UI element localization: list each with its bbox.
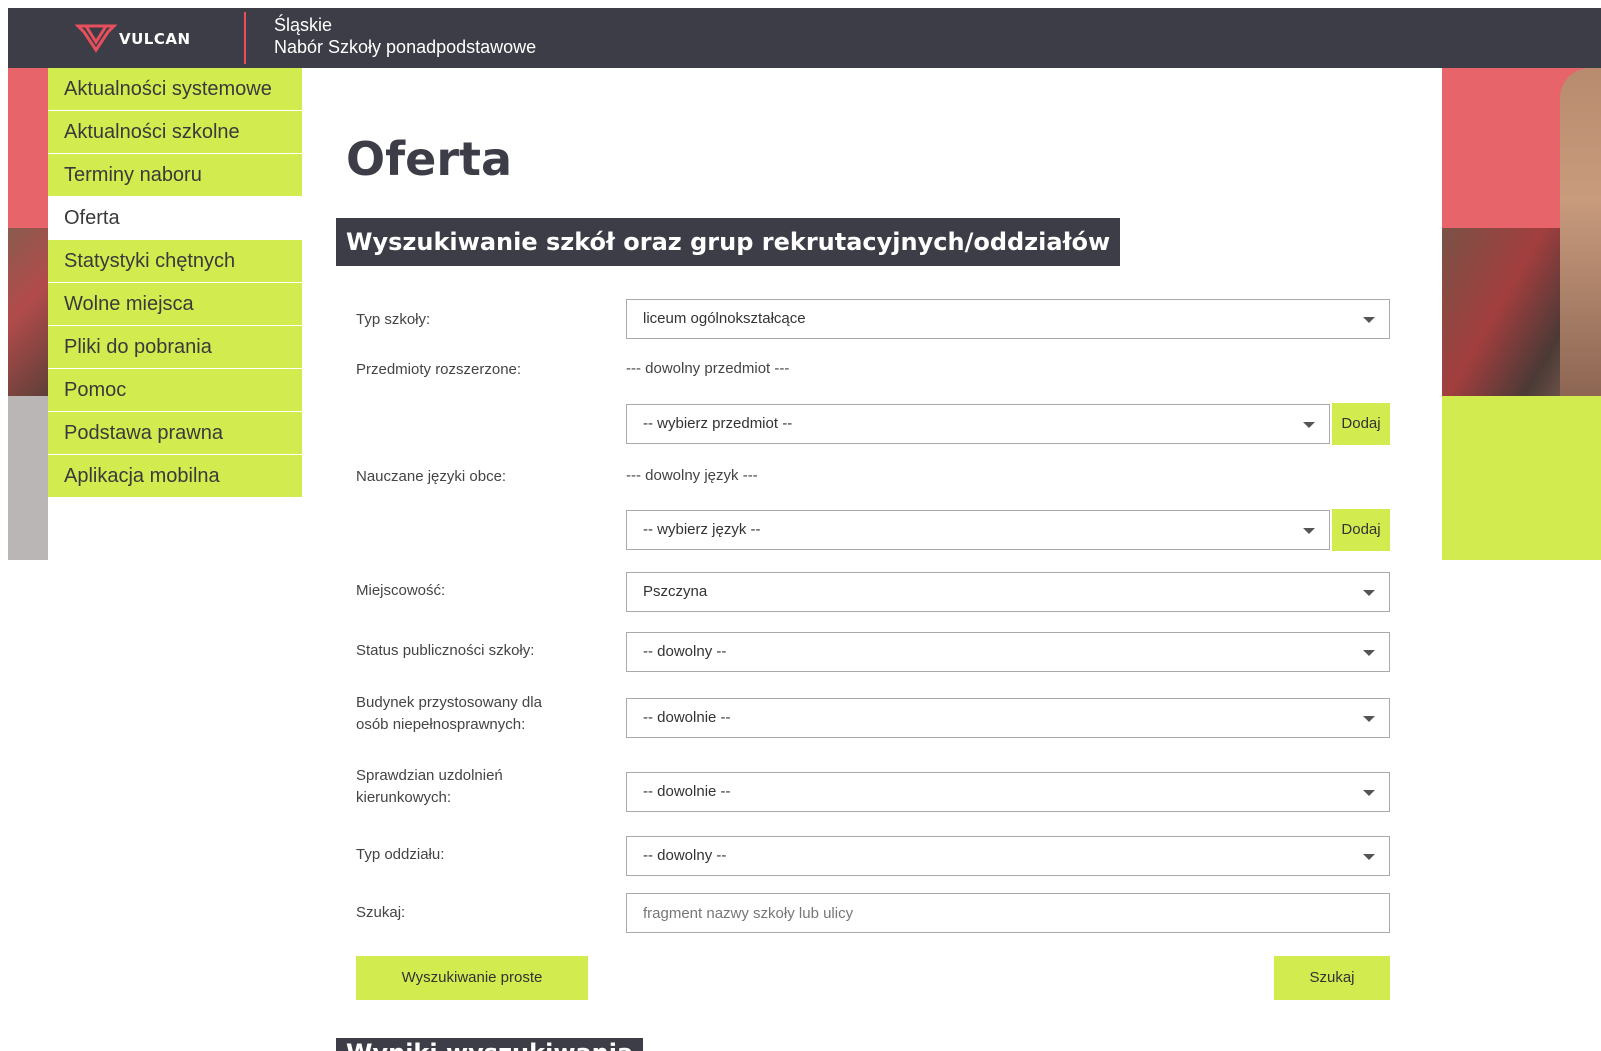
menu-item-podstawa-prawna[interactable]: Podstawa prawna xyxy=(48,412,302,455)
aptitude-test-select[interactable]: -- dowolnie -- xyxy=(626,772,1390,812)
aptitude-test-value: -- dowolnie -- xyxy=(643,783,731,800)
town-value: Pszczyna xyxy=(643,583,708,600)
language-select-value: -- wybierz język -- xyxy=(643,521,761,538)
public-status-label: Status publiczności szkoły: xyxy=(356,642,535,659)
menu-item-aktualnosci-systemowe[interactable]: Aktualności systemowe xyxy=(48,68,302,111)
menu-item-statystyki-chetnych[interactable]: Statystyki chętnych xyxy=(48,240,302,283)
accessible-select[interactable]: -- dowolnie -- xyxy=(626,698,1390,738)
subjects-label: Przedmioty rozszerzone: xyxy=(356,361,522,378)
chevron-down-icon xyxy=(1363,317,1375,323)
chevron-down-icon xyxy=(1363,854,1375,860)
hero-right-green-block xyxy=(1442,396,1601,560)
search-input[interactable] xyxy=(626,893,1390,933)
class-type-select[interactable]: -- dowolny -- xyxy=(626,836,1390,876)
public-status-value: -- dowolny -- xyxy=(643,643,727,660)
menu-item-pomoc[interactable]: Pomoc xyxy=(48,369,302,412)
main-content: Oferta Wyszukiwanie szkół oraz grup rekr… xyxy=(302,68,1442,1051)
accessible-label-line2: osób niepełnosprawnych: xyxy=(356,716,526,733)
hero-left-grey-block xyxy=(8,396,48,560)
chevron-down-icon xyxy=(1303,422,1315,428)
chevron-down-icon xyxy=(1303,528,1315,534)
page-title: Oferta xyxy=(346,132,513,186)
menu-item-pliki-do-pobrania[interactable]: Pliki do pobrania xyxy=(48,326,302,369)
menu-item-terminy-naboru[interactable]: Terminy naboru xyxy=(48,154,302,197)
header-divider xyxy=(244,12,246,64)
menu-item-oferta[interactable]: Oferta xyxy=(48,197,302,240)
menu-item-aktualnosci-szkolne[interactable]: Aktualności szkolne xyxy=(48,111,302,154)
region-name: Śląskie xyxy=(274,15,333,35)
top-bar: VULCAN Śląskie Nabór Szkoły ponadpodstaw… xyxy=(8,8,1601,68)
aptitude-test-label-line1: Sprawdzian uzdolnień xyxy=(356,767,503,784)
chevron-down-icon xyxy=(1363,590,1375,596)
languages-current: --- dowolny język --- xyxy=(626,467,758,484)
class-type-value: -- dowolny -- xyxy=(643,847,727,864)
aptitude-test-label-line2: kierunkowych: xyxy=(356,789,452,806)
languages-label: Nauczane języki obce: xyxy=(356,468,507,485)
accessible-value: -- dowolnie -- xyxy=(643,709,731,726)
header-titles: Śląskie Nabór Szkoły ponadpodstawowe xyxy=(274,14,536,58)
menu-item-wolne-miejsca[interactable]: Wolne miejsca xyxy=(48,283,302,326)
subject-select-value: -- wybierz przedmiot -- xyxy=(643,415,793,432)
chevron-down-icon xyxy=(1363,790,1375,796)
system-subtitle: Nabór Szkoły ponadpodstawowe xyxy=(274,37,537,57)
class-type-label: Typ oddziału: xyxy=(356,846,445,863)
results-section-heading: Wyniki wyszukiwania xyxy=(336,1038,644,1051)
vulcan-logo-icon xyxy=(75,24,117,53)
chevron-down-icon xyxy=(1363,650,1375,656)
search-submit-button[interactable]: Szukaj xyxy=(1274,956,1390,1000)
school-type-label: Typ szkoły: xyxy=(356,311,431,328)
school-type-select[interactable]: liceum ogólnokształcące xyxy=(626,299,1390,339)
public-status-select[interactable]: -- dowolny -- xyxy=(626,632,1390,672)
town-label: Miejscowość: xyxy=(356,582,446,599)
accessible-label-line1: Budynek przystosowany dla xyxy=(356,694,542,711)
school-type-value: liceum ogólnokształcące xyxy=(643,310,806,327)
aptitude-test-label: Sprawdzian uzdolnień kierunkowych: xyxy=(356,765,503,809)
logo-text: VULCAN xyxy=(119,30,191,48)
menu-item-aplikacja-mobilna[interactable]: Aplikacja mobilna xyxy=(48,455,302,498)
subjects-current: --- dowolny przedmiot --- xyxy=(626,360,790,377)
subject-select[interactable]: -- wybierz przedmiot -- xyxy=(626,404,1330,444)
search-section-heading: Wyszukiwanie szkół oraz grup rekrutacyjn… xyxy=(336,218,1121,266)
language-select[interactable]: -- wybierz język -- xyxy=(626,510,1330,550)
hero-left-photo xyxy=(8,228,48,396)
town-select[interactable]: Pszczyna xyxy=(626,572,1390,612)
add-subject-button[interactable]: Dodaj xyxy=(1332,403,1390,445)
search-label: Szukaj: xyxy=(356,904,406,921)
hero-right-face-photo xyxy=(1560,68,1601,396)
add-language-button[interactable]: Dodaj xyxy=(1332,509,1390,551)
chevron-down-icon xyxy=(1363,716,1375,722)
hero-left-red-block xyxy=(8,68,48,228)
vulcan-logo[interactable]: VULCAN xyxy=(75,22,191,56)
accessible-label: Budynek przystosowany dla osób niepełnos… xyxy=(356,692,542,736)
side-menu: Aktualności systemowe Aktualności szkoln… xyxy=(48,68,302,498)
simple-search-button[interactable]: Wyszukiwanie proste xyxy=(356,956,588,1000)
